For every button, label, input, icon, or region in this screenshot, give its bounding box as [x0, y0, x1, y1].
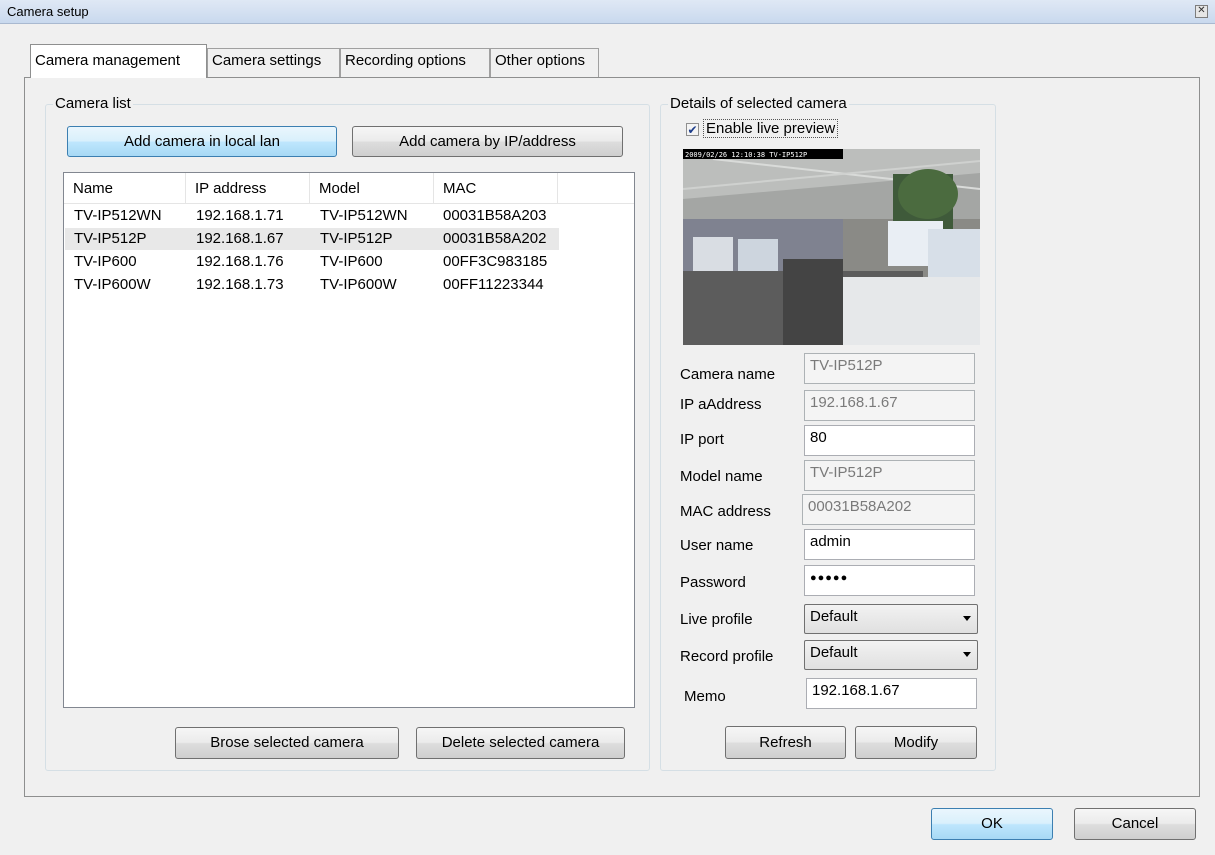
delete-camera-button[interactable]: Delete selected camera — [416, 727, 625, 759]
chevron-down-icon — [963, 616, 971, 621]
cell-model: TV-IP512P — [320, 230, 393, 247]
add-camera-local-button[interactable]: Add camera in local lan — [67, 126, 337, 157]
tab-other-options[interactable]: Other options — [490, 48, 599, 77]
title-bar: Camera setup ✕ — [0, 0, 1215, 24]
ip-port-field[interactable]: 80 — [804, 425, 975, 456]
cell-mac: 00031B58A203 — [443, 207, 547, 224]
user-name-label: User name — [680, 537, 754, 554]
ip-address-field[interactable]: 192.168.1.67 — [804, 390, 975, 421]
add-camera-ip-button[interactable]: Add camera by IP/address — [352, 126, 623, 157]
cell-ip: 192.168.1.76 — [196, 253, 284, 270]
camera-list-view[interactable]: Name IP address Model MAC TV-IP512WN 192… — [63, 172, 635, 708]
cell-name: TV-IP600W — [74, 276, 151, 293]
chevron-down-icon — [963, 652, 971, 657]
ip-address-label: IP aAddress — [680, 396, 762, 413]
record-profile-select[interactable]: Default — [804, 640, 978, 670]
table-row[interactable]: TV-IP512WN 192.168.1.71 TV-IP512WN 00031… — [65, 205, 559, 227]
close-icon[interactable]: ✕ — [1195, 5, 1208, 18]
cell-name: TV-IP600 — [74, 253, 137, 270]
camera-name-field[interactable]: TV-IP512P — [804, 353, 975, 384]
refresh-button[interactable]: Refresh — [725, 726, 846, 759]
model-name-field[interactable]: TV-IP512P — [804, 460, 975, 491]
live-profile-label: Live profile — [680, 611, 753, 628]
table-row[interactable]: TV-IP600 192.168.1.76 TV-IP600 00FF3C983… — [65, 251, 559, 273]
live-preview-label[interactable]: Enable live preview — [703, 119, 839, 138]
mac-address-label: MAC address — [680, 503, 771, 520]
preview-scene: 2009/02/26 12:10:38 TV-IP512P — [683, 149, 980, 345]
cell-ip: 192.168.1.67 — [196, 230, 284, 247]
table-row[interactable]: TV-IP600W 192.168.1.73 TV-IP600W 00FF112… — [65, 274, 559, 296]
password-field[interactable]: ●●●●● — [804, 565, 975, 596]
cell-model: TV-IP600W — [320, 276, 397, 293]
model-name-label: Model name — [680, 468, 763, 485]
memo-label: Memo — [684, 688, 726, 705]
cell-name: TV-IP512P — [74, 230, 147, 247]
live-preview-image: 2009/02/26 12:10:38 TV-IP512P — [683, 149, 980, 345]
modify-button[interactable]: Modify — [855, 726, 977, 759]
cell-model: TV-IP600 — [320, 253, 383, 270]
window-title: Camera setup — [7, 4, 89, 19]
preview-timestamp: 2009/02/26 12:10:38 TV-IP512P — [685, 151, 807, 159]
column-header-model[interactable]: Model — [310, 173, 434, 203]
camera-list-label: Camera list — [53, 95, 133, 112]
cell-mac: 00FF3C983185 — [443, 253, 548, 270]
cell-model: TV-IP512WN — [320, 207, 408, 224]
live-profile-select[interactable]: Default — [804, 604, 978, 634]
cell-mac: 00031B58A202 — [443, 230, 547, 247]
tab-recording-options[interactable]: Recording options — [340, 48, 490, 77]
cell-ip: 192.168.1.71 — [196, 207, 284, 224]
column-header-ip[interactable]: IP address — [186, 173, 310, 203]
cell-mac: 00FF11223344 — [443, 276, 544, 293]
memo-field[interactable]: 192.168.1.67 — [806, 678, 977, 709]
column-header-mac[interactable]: MAC — [434, 173, 558, 203]
live-preview-checkbox[interactable]: ✔ — [686, 123, 699, 136]
tab-camera-settings[interactable]: Camera settings — [207, 48, 340, 77]
record-profile-value: Default — [810, 644, 858, 661]
user-name-field[interactable]: admin — [804, 529, 975, 560]
details-label: Details of selected camera — [668, 95, 849, 112]
column-header-name[interactable]: Name — [64, 173, 186, 203]
ip-port-label: IP port — [680, 431, 724, 448]
cancel-button[interactable]: Cancel — [1074, 808, 1196, 840]
cell-ip: 192.168.1.73 — [196, 276, 284, 293]
table-row-selected[interactable]: TV-IP512P 192.168.1.67 TV-IP512P 00031B5… — [65, 228, 559, 250]
live-profile-value: Default — [810, 608, 858, 625]
password-label: Password — [680, 574, 746, 591]
camera-name-label: Camera name — [680, 366, 776, 383]
header-divider — [64, 203, 634, 204]
tab-camera-management[interactable]: Camera management — [30, 44, 207, 78]
browse-camera-button[interactable]: Brose selected camera — [175, 727, 399, 759]
record-profile-label: Record profile — [680, 648, 774, 665]
mac-address-field[interactable]: 00031B58A202 — [802, 494, 975, 525]
ok-button[interactable]: OK — [931, 808, 1053, 840]
cell-name: TV-IP512WN — [74, 207, 162, 224]
